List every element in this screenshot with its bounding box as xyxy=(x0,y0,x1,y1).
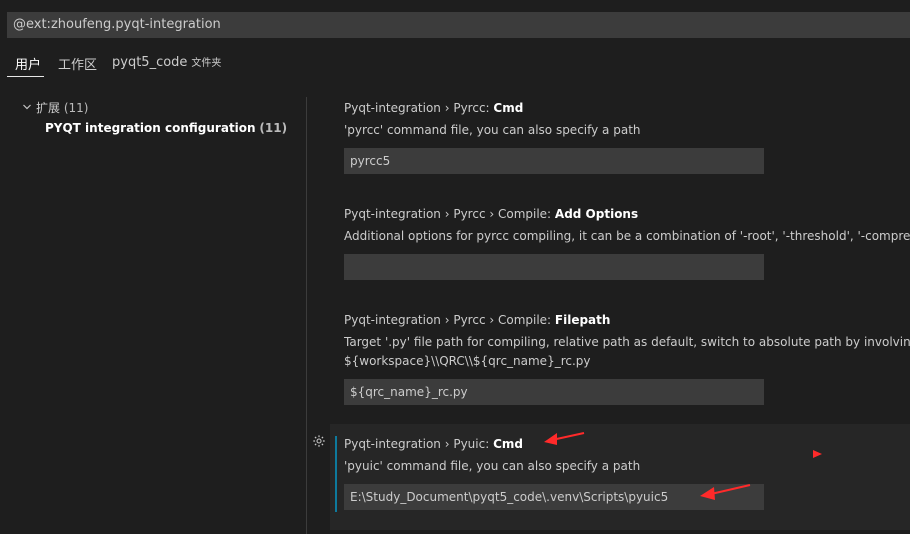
setting-name: Filepath xyxy=(554,313,611,327)
setting-title: Pyqt-integration › Pyrcc › Compile: Add … xyxy=(344,207,910,221)
active-tab-indicator xyxy=(7,76,44,77)
setting-title: Pyqt-integration › Pyrcc › Compile: File… xyxy=(344,313,910,327)
tab-folder-label: pyqt5_code xyxy=(112,55,188,70)
setting-name: Add Options xyxy=(554,207,639,221)
toc-item-pyqt-config-label: PYQT integration configuration xyxy=(45,121,256,135)
setting-description: 'pyrcc' command file, you can also speci… xyxy=(344,123,641,137)
setting-pyrcc-cmd: Pyqt-integration › Pyrcc: Cmd 'pyrcc' co… xyxy=(344,101,910,174)
settings-search-input[interactable] xyxy=(13,17,893,32)
setting-title: Pyqt-integration › Pyuic: Cmd xyxy=(344,437,910,451)
setting-input-pyrcc-cmd[interactable]: pyrcc5 xyxy=(344,148,764,174)
setting-input-add-options[interactable] xyxy=(344,254,764,280)
settings-search-bar[interactable] xyxy=(7,12,910,38)
toc-item-extensions-count: (11) xyxy=(63,101,89,115)
tab-folder-tag: 文件夹 xyxy=(191,58,222,69)
setting-pyrcc-compile-add-options: Pyqt-integration › Pyrcc › Compile: Add … xyxy=(344,207,910,280)
sash-divider[interactable] xyxy=(306,97,307,534)
setting-description: Additional options for pyrcc compiling, … xyxy=(344,229,910,243)
setting-pyrcc-compile-filepath: Pyqt-integration › Pyrcc › Compile: File… xyxy=(344,313,910,405)
setting-pyuic-cmd: Pyqt-integration › Pyuic: Cmd 'pyuic' co… xyxy=(344,437,910,510)
focus-indicator xyxy=(335,436,337,512)
setting-title: Pyqt-integration › Pyrcc: Cmd xyxy=(344,101,910,115)
toc-item-extensions[interactable]: 扩展 (11) xyxy=(22,99,88,116)
tab-folder[interactable]: pyqt5_code 文件夹 xyxy=(112,54,221,70)
toc-item-extensions-label: 扩展 xyxy=(36,101,61,115)
annotation-pointer-icon xyxy=(813,450,822,458)
annotation-arrow-icon xyxy=(700,484,751,500)
setting-category: Pyqt-integration › Pyrcc › Compile: xyxy=(344,313,555,327)
setting-category: Pyqt-integration › Pyrcc › Compile: xyxy=(344,207,555,221)
setting-description-line-2: ${workspace}\\QRC\\${qrc_name}_rc.py xyxy=(344,354,591,368)
setting-category: Pyqt-integration › Pyuic: xyxy=(344,437,494,451)
gear-icon[interactable] xyxy=(311,434,327,450)
setting-category: Pyqt-integration › Pyrcc: xyxy=(344,101,494,115)
tab-workspace[interactable]: 工作区 xyxy=(58,54,97,73)
toc-item-pyqt-config-count: (11) xyxy=(259,121,288,135)
annotation-arrow-icon xyxy=(544,432,585,445)
chevron-down-icon xyxy=(22,101,36,115)
setting-input-filepath[interactable]: ${qrc_name}_rc.py xyxy=(344,379,764,405)
setting-description: 'pyuic' command file, you can also speci… xyxy=(344,459,641,473)
toc-item-pyqt-config[interactable]: PYQT integration configuration (11) xyxy=(45,121,287,135)
tab-user[interactable]: 用户 xyxy=(15,54,41,73)
setting-name: Cmd xyxy=(493,437,523,451)
setting-description: Target '.py' file path for compiling, re… xyxy=(344,335,910,349)
setting-name: Cmd xyxy=(493,101,524,115)
